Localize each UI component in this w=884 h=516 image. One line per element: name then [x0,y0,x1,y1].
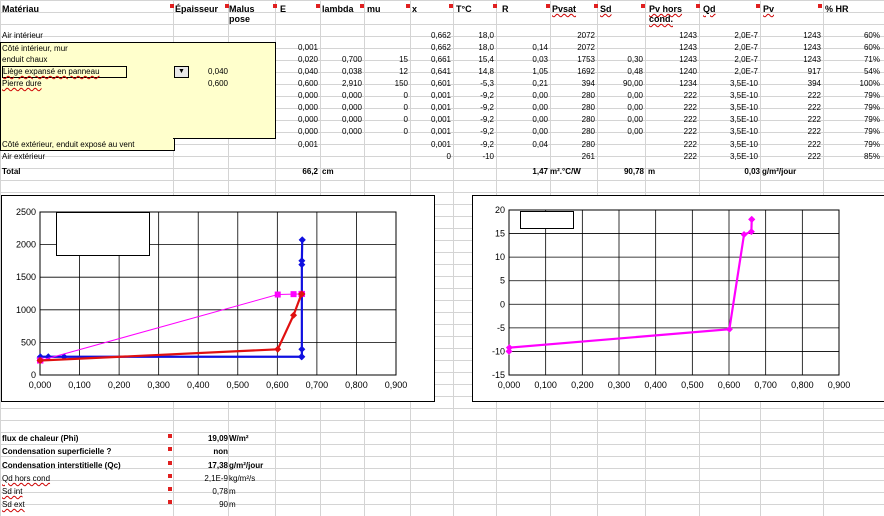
y-tick-label: -15 [492,370,505,380]
temperature-chart-legend[interactable] [520,211,574,229]
x-tick-label: 0,700 [306,380,329,390]
x-tick-label: 0,900 [385,380,408,390]
temperature-chart: 20 15 10 5 0 -5 -10 -150,000 0,100 0,200 0,300 0,40… [492,205,850,390]
result-value[interactable]: 19,09 [175,433,228,444]
data-point [290,291,297,298]
y-tick-label: 0 [500,299,505,309]
x-tick-label: 0,400 [187,380,210,390]
result-unit: kg/m²/s [229,474,256,483]
result-unit: g/m²/jour [229,461,264,470]
result-label: Qd hors cond [2,474,51,483]
charts-svg: 250020001500100050000,000 0,100 0,200 0,300… [16,205,850,390]
y-tick-label: 0 [31,370,36,380]
result-value[interactable]: 17,38 [175,460,228,471]
data-point [274,291,281,298]
y-tick-label: 20 [495,205,505,215]
comment-marker[interactable] [168,487,172,491]
x-tick-label: 0,000 [498,380,521,390]
x-tick-label: 0,200 [571,380,594,390]
comment-marker[interactable] [168,500,172,504]
comment-marker[interactable] [168,447,172,451]
x-tick-label: 0,000 [29,380,52,390]
result-label: Sd int [2,487,23,496]
x-tick-label: 0,100 [68,380,91,390]
y-tick-label: 2500 [16,207,36,217]
x-tick-label: 0,200 [108,380,131,390]
result-value[interactable]: 90 [175,499,228,510]
pressure-chart-legend[interactable] [56,212,150,256]
y-tick-label: 1000 [16,305,36,315]
x-tick-label: 0,800 [791,380,814,390]
y-tick-label: -10 [492,346,505,356]
result-unit: W/m² [229,434,249,443]
result-unit: m [229,500,236,509]
x-tick-label: 0,500 [681,380,704,390]
y-tick-label: 1500 [16,272,36,282]
result-label: Sd ext [2,500,25,509]
comment-marker[interactable] [168,461,172,465]
comment-marker[interactable] [168,474,172,478]
y-tick-label: 15 [495,229,505,239]
result-label: Condensation superficielle ? [2,447,112,456]
y-tick-label: 5 [500,276,505,286]
x-tick-label: 0,300 [608,380,631,390]
x-tick-label: 0,600 [266,380,289,390]
x-tick-label: 0,500 [227,380,250,390]
y-tick-label: 2000 [16,240,36,250]
result-label: flux de chaleur (Phi) [2,434,79,443]
x-tick-label: 0,600 [718,380,741,390]
result-value[interactable]: 0,78 [175,486,228,497]
comment-marker[interactable] [168,434,172,438]
x-tick-label: 0,800 [345,380,368,390]
x-tick-label: 0,400 [644,380,667,390]
x-tick-label: 0,700 [754,380,777,390]
x-tick-label: 0,300 [147,380,170,390]
plot-area [508,209,840,376]
result-value[interactable]: 2,1E-9 [175,473,228,484]
result-label: Condensation interstitielle (Qc) [2,461,121,470]
x-tick-label: 0,100 [534,380,557,390]
y-tick-label: 10 [495,252,505,262]
x-tick-label: 0,900 [828,380,851,390]
y-tick-label: -5 [497,323,505,333]
result-value[interactable]: non [175,446,228,457]
result-unit: m [229,487,236,496]
y-tick-label: 500 [21,337,36,347]
